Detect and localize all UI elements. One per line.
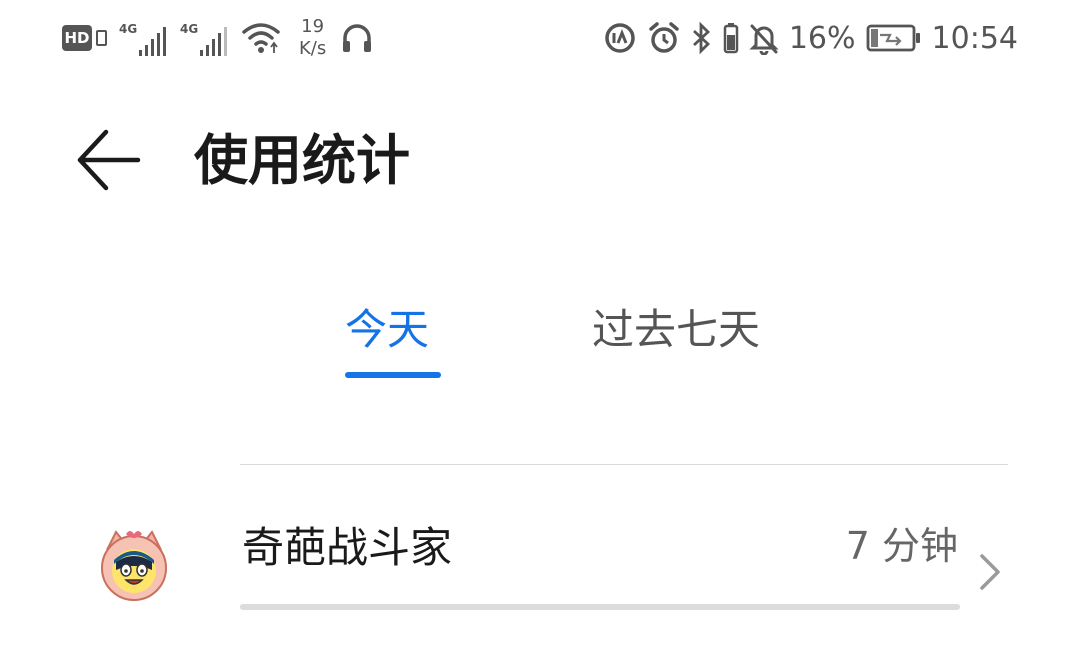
status-bar-left: HD 4G 4G 19 K/s bbox=[62, 14, 384, 62]
data-saver-icon bbox=[603, 21, 637, 55]
battery-small-icon bbox=[723, 21, 739, 55]
bluetooth-icon bbox=[691, 21, 713, 55]
page-title: 使用统计 bbox=[194, 129, 410, 192]
network-speed-unit: K/s bbox=[299, 38, 327, 59]
alarm-icon bbox=[647, 21, 681, 55]
usage-bar bbox=[240, 604, 960, 610]
list-divider bbox=[240, 464, 1008, 465]
wifi-icon bbox=[241, 21, 281, 55]
back-arrow-icon bbox=[77, 129, 141, 191]
signal-type-label: 4G bbox=[119, 22, 138, 36]
signal-icon: 4G bbox=[180, 20, 227, 56]
battery-icon bbox=[866, 23, 922, 53]
clock: 10:54 bbox=[931, 20, 1018, 56]
tab-past-seven-days[interactable]: 过去七天 bbox=[592, 300, 760, 360]
network-speed-value: 19 bbox=[301, 16, 325, 37]
hd-icon: HD bbox=[62, 25, 92, 51]
network-speed: 19 K/s bbox=[299, 16, 326, 60]
usage-bar-fill bbox=[240, 604, 960, 610]
app-avatar-icon bbox=[96, 526, 172, 602]
app-name: 奇葩战斗家 bbox=[242, 523, 453, 572]
chevron-right-icon bbox=[976, 552, 1004, 592]
back-button[interactable] bbox=[72, 126, 142, 196]
tab-today[interactable]: 今天 bbox=[345, 300, 429, 360]
battery-percent: 16% bbox=[788, 20, 856, 56]
bell-off-icon bbox=[749, 21, 779, 55]
headphones-icon bbox=[340, 21, 374, 55]
usage-time: 7 分钟 bbox=[845, 524, 958, 568]
status-bar: HD 4G 4G 19 K/s 16% 10:54 bbox=[0, 0, 1080, 76]
signal-type-label: 4G bbox=[180, 22, 199, 36]
status-bar-right: 16% 10:54 bbox=[603, 14, 1018, 62]
list-item[interactable]: 奇葩战斗家 7 分钟 bbox=[0, 466, 1080, 658]
tab-selected-indicator bbox=[345, 372, 441, 378]
sim-icon bbox=[96, 30, 107, 46]
signal-icon: 4G bbox=[119, 20, 166, 56]
